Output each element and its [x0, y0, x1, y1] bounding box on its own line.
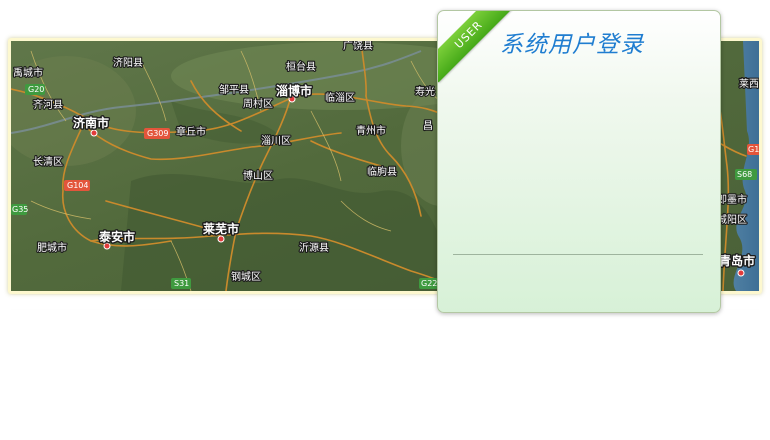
label-yiyuan: 沂源县: [299, 241, 329, 254]
login-title: 系统用户登录: [500, 32, 644, 58]
shield-g104: G104: [67, 181, 88, 190]
label-yucheng: 禹城市: [13, 66, 43, 79]
label-zouping: 邹平县: [219, 83, 249, 96]
shield-g22: G22: [421, 279, 437, 288]
label-jinan: 济南市: [73, 115, 109, 130]
label-changle: 昌: [423, 120, 433, 132]
shield-g35: G35: [12, 205, 28, 214]
login-panel: USER 系统用户登录: [437, 10, 721, 313]
label-zichuan: 淄川区: [261, 135, 291, 147]
label-boshan: 博山区: [243, 169, 273, 182]
label-changqing: 长清区: [33, 155, 63, 168]
label-chengyang: 城阳区: [717, 214, 747, 226]
label-changqiu: 章丘市: [176, 125, 206, 138]
label-laiwu: 莱芜市: [203, 221, 239, 236]
login-divider: [453, 254, 703, 255]
label-zhoucun: 周村区: [243, 97, 273, 110]
label-feicheng: 肥城市: [37, 241, 67, 254]
label-jimo: 即墨市: [717, 193, 747, 206]
label-linzi: 临淄区: [325, 91, 355, 104]
label-jiyang: 济阳县: [113, 56, 143, 69]
label-laixi: 莱西: [739, 78, 759, 90]
shield-g20: G20: [28, 85, 44, 94]
shield-g15: G15: [748, 145, 759, 154]
label-gangcheng: 钢城区: [231, 270, 261, 283]
label-linqu: 临朐县: [367, 165, 397, 178]
label-guangrao: 广饶县: [343, 41, 373, 52]
shield-g309: G309: [147, 129, 168, 138]
label-qingzhou: 青州市: [356, 124, 386, 137]
label-qingdao: 青岛市: [719, 253, 755, 268]
login-page: G20 G309 G104 G35 S31 G22 S68 G15 禹城市 济阳…: [0, 0, 770, 440]
label-shouguang: 寿光: [415, 85, 435, 98]
map-reflection: [11, 295, 759, 435]
label-qihe: 齐河县: [33, 98, 63, 111]
mountain-ridge: [121, 173, 441, 291]
shield-s68: S68: [737, 170, 752, 179]
shield-s31: S31: [174, 279, 189, 288]
label-huantai: 桓台县: [286, 60, 316, 73]
label-zibo: 淄博市: [276, 83, 312, 98]
label-taian: 泰安市: [98, 229, 135, 244]
